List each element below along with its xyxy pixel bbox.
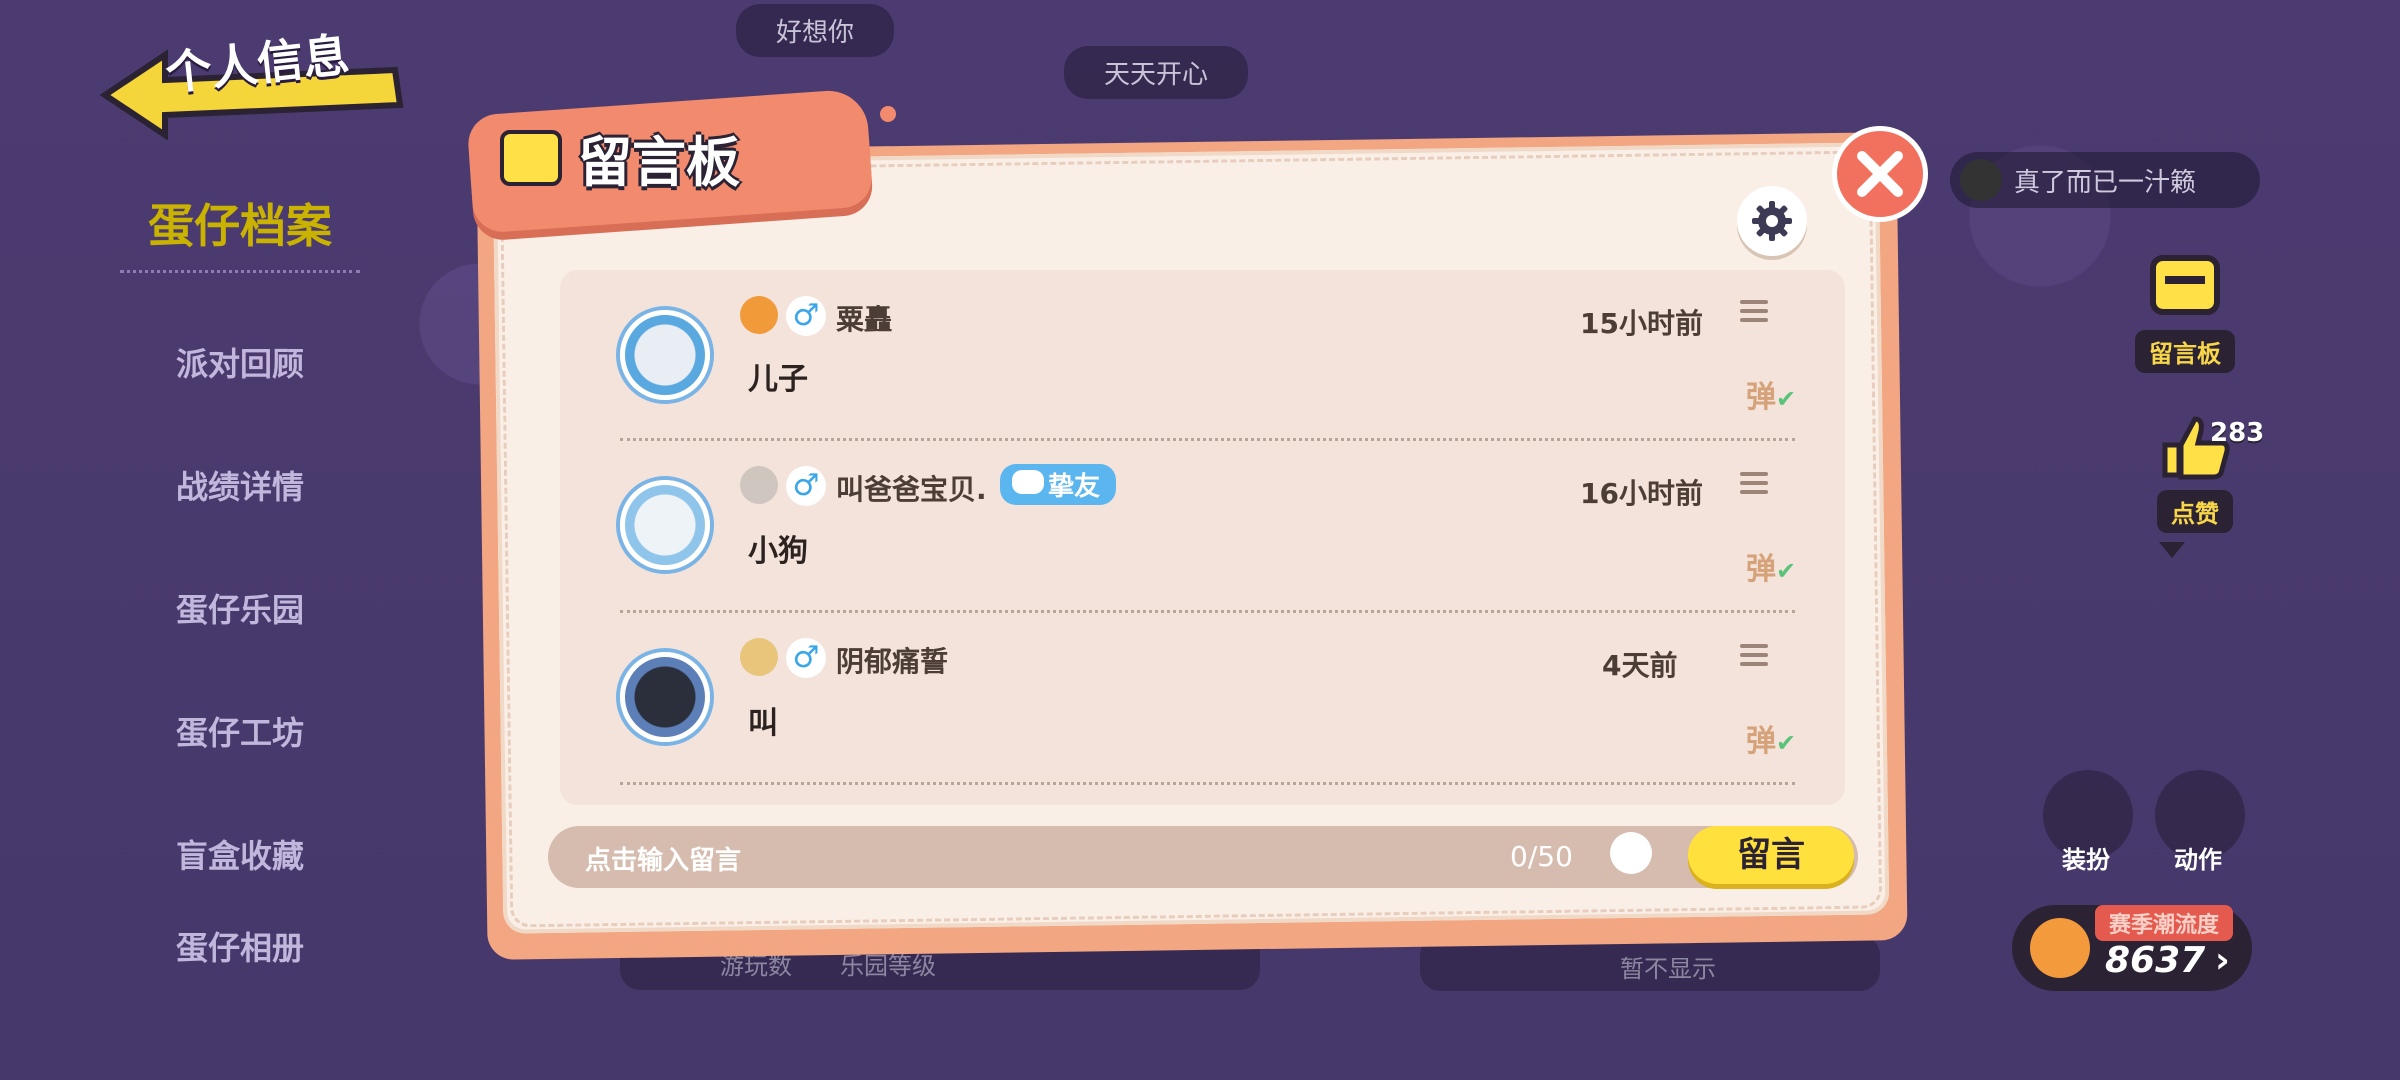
message-text: 儿子	[748, 362, 808, 397]
char-counter: 0/50	[1510, 840, 1573, 873]
emoji-icon[interactable]	[1610, 832, 1652, 874]
message-board-icon	[500, 130, 562, 186]
nav-item-battle-stats[interactable]: 战绩详情	[120, 426, 360, 549]
gear-icon	[1752, 201, 1792, 241]
nav-item-paradise[interactable]: 蛋仔乐园	[120, 549, 360, 672]
divider	[620, 610, 1795, 613]
dress-up-label: 装扮	[2062, 846, 2110, 874]
right-user-chip[interactable]: 真了而已一汁籁	[1950, 152, 2260, 208]
nav-item-blindbox[interactable]: 盲盒收藏	[120, 795, 360, 918]
male-icon: ♂	[786, 638, 826, 678]
close-icon	[1857, 151, 1903, 197]
avatar[interactable]	[620, 310, 710, 400]
danmu-button[interactable]: 弹✔	[1746, 544, 1796, 588]
username[interactable]: 叫爸爸宝贝.	[836, 468, 987, 508]
like-button[interactable]: 点赞 283	[2120, 410, 2270, 533]
check-icon: ✔	[1776, 729, 1797, 757]
menu-icon[interactable]	[1740, 472, 1768, 494]
rank-badge-icon	[740, 466, 778, 504]
danmu-button[interactable]: 弹✔	[1746, 716, 1796, 760]
message-board-icon	[2150, 255, 2220, 315]
close-button[interactable]	[1832, 126, 1928, 222]
check-icon: ✔	[1776, 557, 1797, 585]
flame-icon	[2030, 918, 2090, 978]
message-board-side-button[interactable]: 留言板	[2120, 250, 2250, 373]
username[interactable]: 阴郁痛誓	[836, 640, 948, 680]
message-time: 15小时前	[1580, 307, 1703, 340]
username[interactable]: 粟矗	[836, 298, 892, 338]
danmu-label: 弹	[1746, 552, 1776, 587]
message-time: 4天前	[1602, 649, 1678, 682]
check-icon: ✔	[1776, 385, 1797, 413]
message-input-placeholder: 点击输入留言	[585, 846, 742, 876]
like-count: 283	[2210, 418, 2265, 448]
dialog-title: 留言板	[578, 131, 740, 194]
settings-button[interactable]	[1737, 186, 1807, 256]
message-input[interactable]	[548, 826, 1858, 888]
list-item: ♂ 叫爸爸宝贝. 挚友 小狗 16小时前 弹✔	[560, 442, 1845, 614]
message-board-label: 留言板	[2135, 330, 2235, 373]
danmu-button[interactable]: 弹✔	[1746, 372, 1796, 416]
list-item: ♂ 阴郁痛誓 叫 4天前 弹✔	[560, 614, 1845, 786]
season-heat-value: 8637	[2105, 940, 2206, 981]
avatar	[1960, 159, 2002, 201]
left-nav: 蛋仔档案 派对回顾 战绩详情 蛋仔乐园 蛋仔工坊 盲盒收藏 蛋仔相册	[120, 190, 360, 978]
divider	[620, 438, 1795, 441]
chevron-down-icon[interactable]	[2157, 540, 2187, 560]
message-text: 叫	[748, 706, 778, 741]
message-list[interactable]: ♂ 粟矗 儿子 15小时前 弹✔ ♂ 叫爸爸宝贝. 挚友 小狗 16小时前 弹✔…	[560, 270, 1845, 805]
chevron-right-icon: ›	[2215, 940, 2230, 981]
avatar[interactable]	[620, 652, 710, 742]
list-item: ♂ 粟矗 儿子 15小时前 弹✔	[560, 270, 1845, 442]
nav-item-workshop[interactable]: 蛋仔工坊	[120, 672, 360, 795]
right-user-name: 真了而已一汁籁	[2014, 167, 2197, 198]
like-label: 点赞	[2157, 490, 2233, 533]
message-text: 小狗	[748, 534, 808, 569]
avatar[interactable]	[620, 480, 710, 570]
action-label: 动作	[2174, 846, 2222, 874]
top-chip-2: 天天开心	[1064, 46, 1249, 99]
friend-tag-label: 挚友	[1048, 472, 1101, 502]
menu-icon[interactable]	[1740, 644, 1768, 666]
nav-title: 蛋仔档案	[120, 190, 360, 273]
danmu-label: 弹	[1746, 380, 1776, 415]
message-time: 16小时前	[1580, 477, 1703, 510]
male-icon: ♂	[786, 296, 826, 336]
divider	[620, 782, 1795, 785]
decoration-dot	[880, 106, 896, 122]
danmu-label: 弹	[1746, 724, 1776, 759]
bg-privacy: 暂不显示	[1620, 955, 1716, 983]
rank-badge-icon	[740, 296, 778, 334]
nav-item-party-review[interactable]: 派对回顾	[120, 303, 360, 426]
nav-item-album[interactable]: 蛋仔相册	[120, 918, 360, 978]
male-icon: ♂	[786, 466, 826, 506]
rank-badge-icon	[740, 638, 778, 676]
season-heat-label: 赛季潮流度	[2095, 905, 2234, 941]
friend-icon	[1012, 470, 1044, 494]
top-chip-1: 好想你	[736, 4, 895, 57]
menu-icon[interactable]	[1740, 300, 1768, 322]
send-message-button[interactable]: 留言	[1688, 826, 1854, 884]
